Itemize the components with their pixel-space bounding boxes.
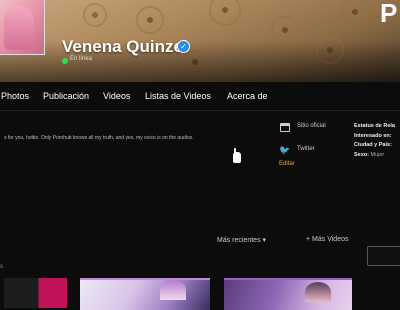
- banner-shade: [0, 40, 400, 82]
- interested-label: Interesado en:: [354, 132, 392, 139]
- thumbnail-image: [160, 280, 186, 300]
- gender-value: Mujer: [370, 151, 385, 158]
- thumbnail-image: [305, 282, 331, 302]
- search-input[interactable]: [367, 246, 400, 266]
- sort-dropdown[interactable]: Más recientes ▾: [217, 236, 266, 244]
- video-thumbnail[interactable]: [4, 278, 67, 308]
- brand-logo[interactable]: P: [380, 0, 397, 29]
- official-site-link[interactable]: Sitio oficial: [297, 123, 326, 129]
- profile-banner: [0, 0, 400, 82]
- online-status-text: En línea: [70, 56, 93, 62]
- sort-label: Más recientes: [217, 237, 261, 244]
- hand-cursor-icon: [233, 148, 241, 163]
- website-icon: [280, 123, 290, 132]
- profile-bio: s for you, hottie. Only Pornhub knows al…: [4, 135, 194, 141]
- more-videos-button[interactable]: + Más Videos: [306, 236, 348, 243]
- edit-link[interactable]: Editar: [279, 161, 295, 167]
- profile-name: Venena Quinzel: [62, 37, 188, 56]
- section-marker: s: [0, 264, 3, 270]
- twitter-icon: 🐦: [279, 145, 291, 155]
- video-thumbnail[interactable]: [80, 278, 210, 310]
- tab-listas-de-videos[interactable]: Listas de Videos: [145, 91, 211, 101]
- tab-publicacion[interactable]: Publicación: [43, 91, 89, 101]
- tab-videos[interactable]: Videos: [103, 91, 130, 101]
- avatar-image: [4, 6, 34, 50]
- twitter-link[interactable]: Twitter: [297, 146, 315, 152]
- chevron-down-icon: ▾: [262, 237, 267, 244]
- video-thumbnail[interactable]: [224, 278, 352, 310]
- gender-label: Sexo:: [354, 151, 369, 158]
- avatar[interactable]: [0, 0, 45, 55]
- relationship-label: Estatus de Rela: [354, 123, 395, 129]
- location-label: Ciudad y País:: [354, 142, 392, 148]
- verified-icon: ✓: [177, 40, 190, 53]
- profile-tabs: Photos Publicación Videos Listas de Vide…: [0, 82, 400, 111]
- online-status-icon: [62, 58, 68, 64]
- tab-acerca-de[interactable]: Acerca de: [227, 91, 268, 101]
- profile-stats: Estatus de Rela Interesado en: Ciudad y …: [354, 122, 395, 160]
- tab-photos[interactable]: Photos: [1, 91, 29, 101]
